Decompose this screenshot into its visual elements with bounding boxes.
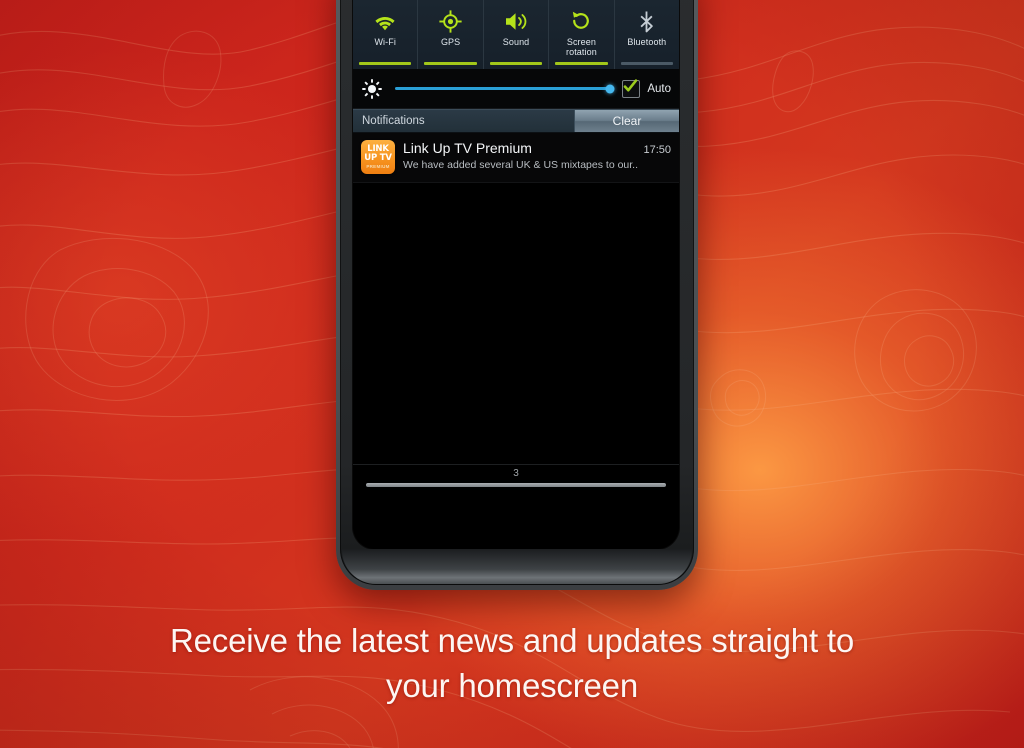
auto-brightness-label: Auto: [647, 82, 671, 95]
toggle-state-bar-gps: [424, 62, 477, 65]
caption-line-1: Receive the latest news and updates stra…: [169, 622, 855, 659]
bluetooth-icon: [637, 8, 656, 34]
speaker-volume-icon: [504, 8, 529, 34]
toggle-label-sound: Sound: [502, 37, 530, 47]
notifications-header: Notifications Clear: [353, 109, 679, 133]
notification-item[interactable]: LINK UP TV PREMIUM Link Up TV Premium 17…: [353, 133, 679, 183]
toggle-label-gps: GPS: [440, 37, 461, 47]
phone-device-mockup: 17:50 MONDAY 30 DECEMBER 2013: [336, 0, 698, 590]
notifications-title: Notifications: [362, 115, 425, 127]
toggle-state-bar-screen-rotation: [555, 62, 608, 65]
notification-shade: 17:50 MONDAY 30 DECEMBER 2013: [353, 0, 679, 549]
toggle-wifi[interactable]: Wi-Fi: [353, 0, 419, 69]
clear-button[interactable]: Clear: [574, 110, 679, 132]
notification-title-row: Link Up TV Premium 17:50: [403, 140, 671, 157]
notification-body: Link Up TV Premium 17:50 We have added s…: [403, 140, 671, 172]
auto-brightness-checkbox[interactable]: [622, 78, 641, 98]
toggle-state-bar-bluetooth: [620, 62, 674, 65]
toggle-state-bar-wifi: [359, 62, 412, 65]
quick-settings-toggles: Wi-Fi GPS Sound Screen rotation Bluetoot…: [353, 0, 679, 69]
link-up-tv-app-icon: LINK UP TV PREMIUM: [361, 140, 395, 174]
shade-footer: 3: [353, 464, 679, 487]
notification-time: 17:50: [643, 144, 671, 156]
toggle-label-wifi: Wi-Fi: [374, 37, 396, 47]
page-indicator: 3: [513, 468, 519, 479]
brightness-slider-thumb[interactable]: [605, 84, 615, 93]
screenshot-stage: 17:50 MONDAY 30 DECEMBER 2013: [0, 0, 1024, 748]
checkmark-icon: [624, 78, 638, 91]
wifi-icon: [373, 8, 397, 34]
notification-empty-area: [353, 183, 679, 464]
caption-line-2: your homescreen: [386, 667, 638, 704]
shade-bottom-padding: [353, 487, 679, 549]
app-icon-line3: PREMIUM: [366, 164, 390, 169]
toggle-label-screen-rotation: Screen rotation: [566, 37, 597, 57]
toggle-gps[interactable]: GPS: [418, 0, 484, 69]
gps-crosshair-icon: [439, 8, 462, 34]
brightness-sun-icon: [362, 78, 382, 99]
caption: Receive the latest news and updates stra…: [0, 618, 1024, 708]
phone-bottom-chin: [342, 549, 692, 584]
toggle-bluetooth[interactable]: Bluetooth: [615, 0, 679, 69]
phone-screen: 17:50 MONDAY 30 DECEMBER 2013: [353, 0, 679, 549]
toggle-sound[interactable]: Sound: [484, 0, 550, 69]
rotate-ccw-icon: [570, 8, 592, 34]
toggle-state-bar-sound: [489, 62, 543, 65]
app-icon-line2: UP TV: [364, 153, 392, 163]
brightness-slider[interactable]: [395, 84, 615, 93]
notification-title: Link Up TV Premium: [403, 140, 532, 156]
toggle-label-bluetooth: Bluetooth: [627, 37, 667, 47]
toggle-screen-rotation[interactable]: Screen rotation: [549, 0, 615, 69]
notification-text: We have added several UK & US mixtapes t…: [403, 159, 639, 171]
brightness-row: Auto: [353, 69, 679, 109]
